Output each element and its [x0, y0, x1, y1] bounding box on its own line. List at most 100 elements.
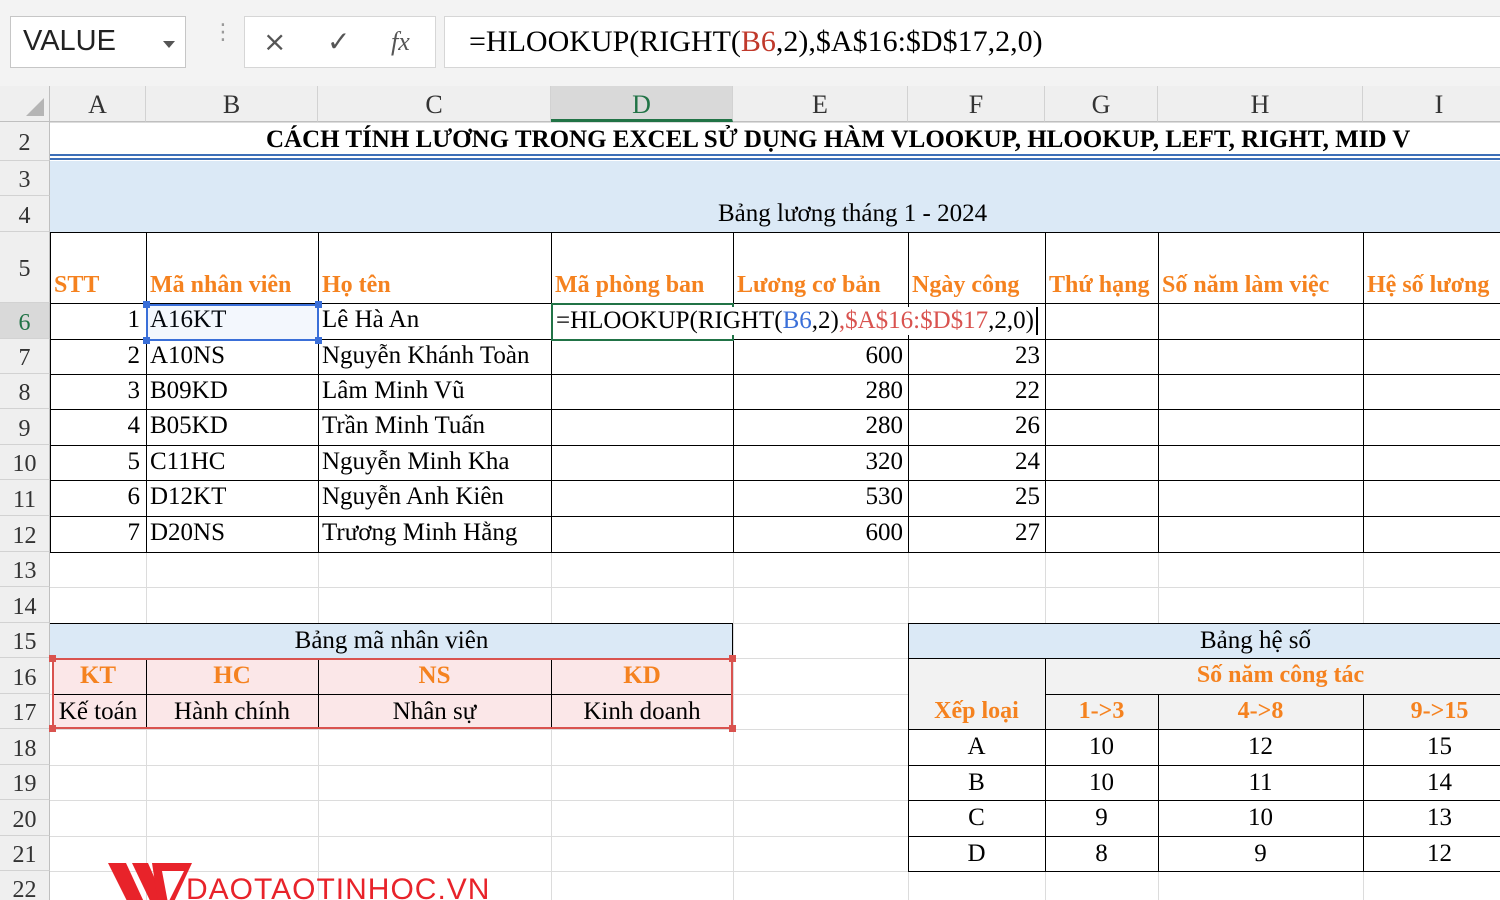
row-header-20[interactable]: 20 — [0, 800, 50, 836]
name-box[interactable]: VALUE — [10, 16, 186, 68]
coef-value[interactable]: 12 — [1158, 733, 1363, 761]
column-header-i[interactable]: I — [1363, 86, 1500, 122]
cell-stt[interactable]: 5 — [50, 448, 141, 476]
table-border — [908, 232, 909, 552]
column-label: Lương cơ bản — [737, 272, 881, 298]
coef-value[interactable]: 8 — [1045, 840, 1158, 868]
cell-stt[interactable]: 6 — [50, 483, 141, 511]
row-header-18[interactable]: 18 — [0, 729, 50, 765]
cell-base-salary[interactable]: 530 — [733, 483, 904, 511]
ref-handle[interactable] — [315, 301, 322, 308]
row-header-14[interactable]: 14 — [0, 587, 50, 623]
coef-value[interactable]: 12 — [1363, 840, 1500, 868]
ref-handle[interactable] — [315, 337, 322, 344]
cell-employee-code[interactable]: C11HC — [150, 448, 225, 476]
cell-employee-name[interactable]: Trương Minh Hằng — [322, 519, 517, 547]
formula-input[interactable]: =HLOOKUP(RIGHT(B6,2),$A$16:$D$17,2,0) — [444, 16, 1500, 68]
cell-employee-code[interactable]: D20NS — [150, 519, 225, 547]
column-header-e[interactable]: E — [733, 86, 908, 122]
drag-handle-icon[interactable]: ⋮ — [212, 22, 234, 44]
cell-employee-name[interactable]: Nguyễn Khánh Toàn — [322, 342, 529, 370]
coef-rank[interactable]: B — [908, 769, 1045, 797]
column-header-d[interactable]: D — [551, 86, 733, 122]
spreadsheet-grid[interactable]: ABCDEFGHI 2 3 4 5 6 7 8 9 10 11 12 13 14 15 16 17 18 19 20… — [0, 86, 1500, 900]
row-header-6[interactable]: 6 — [0, 303, 50, 339]
insert-function-icon[interactable]: fx — [391, 27, 410, 57]
coef-value[interactable]: 15 — [1363, 733, 1500, 761]
cell-employee-code[interactable]: A10NS — [150, 342, 225, 370]
enter-icon[interactable]: ✓ — [327, 25, 350, 58]
cell-work-days[interactable]: 25 — [908, 483, 1040, 511]
range-handle[interactable] — [49, 725, 56, 732]
range-handle[interactable] — [729, 655, 736, 662]
cell-base-salary[interactable]: 320 — [733, 448, 904, 476]
cell-base-salary[interactable]: 600 — [733, 519, 904, 547]
cell-employee-code[interactable]: B09KD — [150, 377, 228, 405]
coef-rank[interactable]: A — [908, 733, 1045, 761]
cell-stt[interactable]: 3 — [50, 377, 141, 405]
cell-employee-name[interactable]: Nguyễn Anh Kiên — [322, 483, 504, 511]
row-header-17[interactable]: 17 — [0, 694, 50, 729]
row-header-4[interactable]: 4 — [0, 196, 50, 232]
column-header-h[interactable]: H — [1158, 86, 1363, 122]
cell-work-days[interactable]: 26 — [908, 412, 1040, 440]
cell-stt[interactable]: 1 — [50, 306, 141, 334]
cell-work-days[interactable]: 24 — [908, 448, 1040, 476]
cell-base-salary[interactable]: 280 — [733, 377, 904, 405]
cell-base-salary[interactable]: 600 — [733, 342, 904, 370]
column-header-c[interactable]: C — [318, 86, 551, 122]
ref-handle[interactable] — [143, 301, 150, 308]
cell-employee-name[interactable]: Trần Minh Tuấn — [322, 412, 485, 440]
cell-d6-editor[interactable]: =HLOOKUP(RIGHT(B6,2),$A$16:$D$17,2,0) — [556, 307, 1038, 335]
cell-employee-name[interactable]: Nguyễn Minh Kha — [322, 448, 509, 476]
range-handle[interactable] — [49, 655, 56, 662]
cell-employee-name[interactable]: Lâm Minh Vũ — [322, 377, 465, 405]
formula-token: ,2) — [775, 25, 809, 58]
coef-value[interactable]: 10 — [1045, 769, 1158, 797]
cell-employee-code[interactable]: B05KD — [150, 412, 228, 440]
row-header-13[interactable]: 13 — [0, 552, 50, 587]
row-header-10[interactable]: 10 — [0, 445, 50, 480]
row-header-8[interactable]: 8 — [0, 374, 50, 409]
row-header-11[interactable]: 11 — [0, 480, 50, 516]
row-header-22[interactable]: 22 — [0, 871, 50, 900]
cell-work-days[interactable]: 23 — [908, 342, 1040, 370]
row-header-7[interactable]: 7 — [0, 339, 50, 374]
cell-employee-name[interactable]: Lê Hà An — [322, 306, 419, 334]
coef-value[interactable]: 10 — [1158, 804, 1363, 832]
formula-token: =HLOOKUP(RIGHT( — [556, 307, 783, 334]
coef-value[interactable]: 11 — [1158, 769, 1363, 797]
row-header-15[interactable]: 15 — [0, 623, 50, 658]
row-header-16[interactable]: 16 — [0, 658, 50, 694]
ref-handle[interactable] — [143, 337, 150, 344]
coef-value[interactable]: 9 — [1158, 840, 1363, 868]
chevron-down-icon[interactable] — [163, 41, 175, 48]
row-header-19[interactable]: 19 — [0, 765, 50, 800]
cell-work-days[interactable]: 22 — [908, 377, 1040, 405]
row-header-2[interactable]: 2 — [0, 122, 50, 161]
coef-value[interactable]: 13 — [1363, 804, 1500, 832]
cell-base-salary[interactable]: 280 — [733, 412, 904, 440]
coef-rank[interactable]: C — [908, 804, 1045, 832]
row-header-3[interactable]: 3 — [0, 161, 50, 196]
coef-value[interactable]: 10 — [1045, 733, 1158, 761]
cell-employee-code[interactable]: D12KT — [150, 483, 226, 511]
row-header-9[interactable]: 9 — [0, 409, 50, 445]
cell-stt[interactable]: 4 — [50, 412, 141, 440]
column-header-f[interactable]: F — [908, 86, 1045, 122]
row-header-5[interactable]: 5 — [0, 232, 50, 303]
cell-stt[interactable]: 7 — [50, 519, 141, 547]
column-header-g[interactable]: G — [1045, 86, 1158, 122]
coef-rank[interactable]: D — [908, 840, 1045, 868]
coef-value[interactable]: 9 — [1045, 804, 1158, 832]
range-handle[interactable] — [729, 725, 736, 732]
select-all-corner[interactable] — [0, 86, 50, 122]
row-header-12[interactable]: 12 — [0, 516, 50, 552]
column-header-a[interactable]: A — [50, 86, 146, 122]
cancel-icon[interactable]: × — [263, 25, 286, 58]
column-header-b[interactable]: B — [146, 86, 318, 122]
cell-work-days[interactable]: 27 — [908, 519, 1040, 547]
coef-value[interactable]: 14 — [1363, 769, 1500, 797]
row-header-21[interactable]: 21 — [0, 836, 50, 871]
cell-stt[interactable]: 2 — [50, 342, 141, 370]
